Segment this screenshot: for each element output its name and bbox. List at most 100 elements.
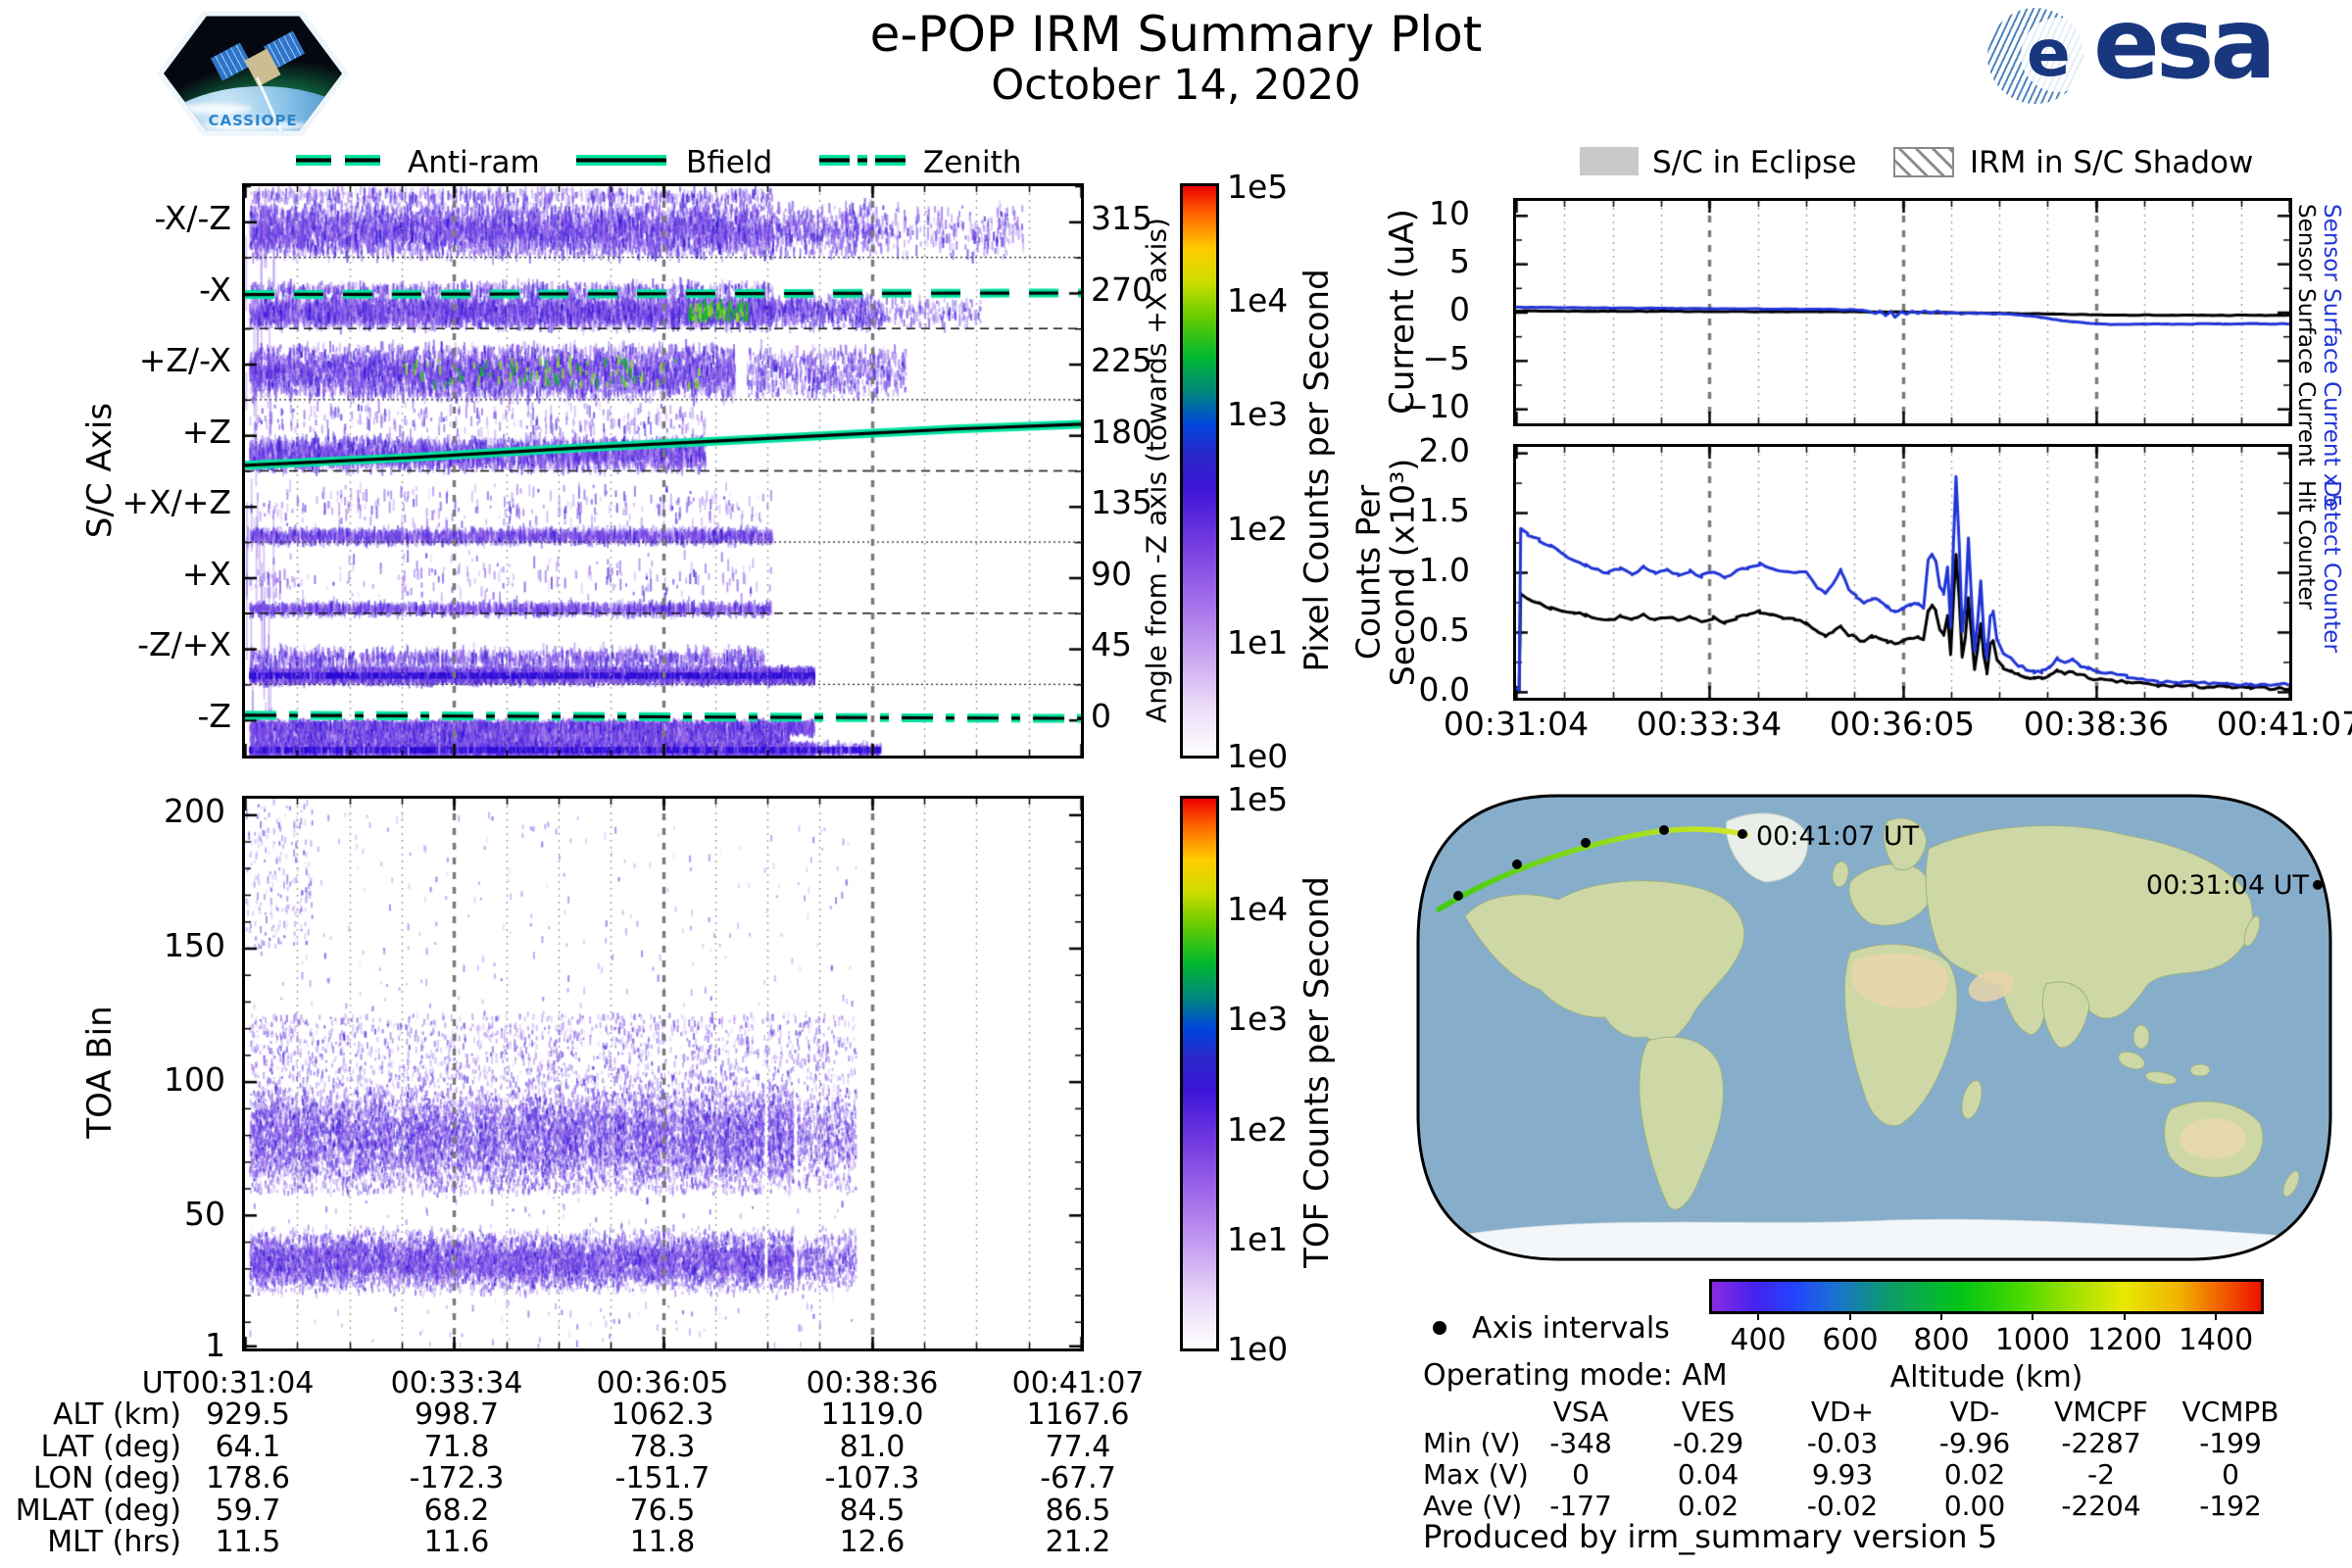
volt-cell: -199 — [2199, 1427, 2262, 1459]
volt-col: VD- — [1949, 1396, 2000, 1428]
toa-tick: 100 — [164, 1060, 225, 1099]
cb2-tick: 1e4 — [1227, 890, 1289, 928]
cb1-title: Pixel Counts per Second — [1298, 269, 1338, 672]
eph-cell: 1119.0 — [820, 1397, 924, 1432]
cb2-tick: 1e0 — [1227, 1330, 1289, 1368]
shadow-hatch-swatch — [1893, 147, 1954, 177]
eph-cell: 00:41:07 — [1011, 1366, 1145, 1400]
eph-cell: 78.3 — [629, 1430, 696, 1464]
footer-producer-label: Produced by irm_summary version 5 — [1423, 1518, 1998, 1555]
alt-tick: 1400 — [2178, 1323, 2254, 1357]
volt-col: VD+ — [1810, 1396, 1875, 1428]
counts-chart-panel — [1513, 444, 2292, 701]
sc-axis-tick-label: +Z/-X — [138, 341, 231, 379]
angle-tick-label: 0 — [1091, 697, 1111, 735]
altitude-colorbar — [1709, 1279, 2264, 1314]
zenith-line-sample — [819, 155, 906, 166]
eph-cell: 76.5 — [629, 1494, 696, 1528]
current-tick: 10 — [1429, 194, 1470, 232]
volt-cell: -192 — [2199, 1490, 2262, 1522]
eph-cell: 1062.3 — [611, 1397, 714, 1432]
toa-tick: 1 — [205, 1326, 225, 1364]
alt-tick: 400 — [1730, 1323, 1787, 1357]
eph-cell: 71.8 — [423, 1430, 490, 1464]
eph-cell: 12.6 — [839, 1525, 906, 1559]
eph-cell: -107.3 — [824, 1461, 920, 1495]
eph-cell: 11.6 — [423, 1525, 490, 1559]
volt-row-label: Max (V) — [1423, 1458, 1529, 1491]
cb1-tick: 1e2 — [1227, 510, 1289, 548]
eph-cell: 929.5 — [206, 1397, 290, 1432]
current-tick: −10 — [1401, 387, 1470, 425]
eph-cell: 00:36:05 — [596, 1366, 729, 1400]
volt-cell: 0 — [1572, 1458, 1590, 1491]
tof-counts-colorbar — [1180, 796, 1219, 1351]
eph-cell: 59.7 — [215, 1494, 281, 1528]
orbit-interval-dot — [1453, 891, 1463, 901]
sc-axis-tick-label: +X/+Z — [122, 483, 231, 521]
eph-cell: -151.7 — [614, 1461, 710, 1495]
cb1-tick: 1e0 — [1227, 737, 1289, 775]
counts-right-label-blue: Detect Counter — [2319, 480, 2344, 653]
eph-cell: 21.2 — [1045, 1525, 1111, 1559]
antiram-legend-label: Anti-ram — [408, 145, 540, 180]
axis-interval-dot-icon — [1433, 1321, 1446, 1335]
orbit-interval-dot — [1512, 859, 1522, 869]
eph-cell: -67.7 — [1040, 1461, 1116, 1495]
volt-cell: 9.93 — [1811, 1458, 1874, 1491]
current-tick: 0 — [1449, 290, 1470, 328]
eph-cell: 1167.6 — [1026, 1397, 1130, 1432]
bfield-line-sample — [576, 155, 666, 166]
counts-tick: 0.0 — [1418, 670, 1470, 709]
eph-cell: -172.3 — [409, 1461, 505, 1495]
counts-tick: 0.5 — [1418, 611, 1470, 649]
volt-cell: -0.03 — [1806, 1427, 1879, 1459]
alt-tick: 1200 — [2086, 1323, 2163, 1357]
time-tick: 00:38:36 — [2023, 705, 2170, 743]
cb2-tick: 1e1 — [1227, 1220, 1289, 1258]
volt-cell: -0.29 — [1672, 1427, 1744, 1459]
alt-tick: 600 — [1822, 1323, 1879, 1357]
toa-tick: 150 — [164, 926, 225, 964]
cb2-tick: 1e5 — [1227, 780, 1289, 818]
sc-axis-tick-label: -Z — [197, 697, 231, 735]
current-chart-canvas — [1516, 201, 2289, 423]
time-tick: 00:31:04 — [1443, 705, 1590, 743]
antiram-line-sample — [296, 155, 380, 166]
pixel-counts-colorbar — [1180, 183, 1219, 759]
axis-intervals-label: Axis intervals — [1472, 1311, 1670, 1346]
current-tick: −5 — [1422, 339, 1470, 377]
eph-cell: 00:38:36 — [806, 1366, 939, 1400]
eph-cell: 998.7 — [415, 1397, 499, 1432]
eph-cell: 178.6 — [206, 1461, 290, 1495]
angle-tick-label: 45 — [1091, 625, 1132, 663]
volt-col: VES — [1681, 1396, 1736, 1428]
alt-tick: 800 — [1913, 1323, 1970, 1357]
volt-cell: -9.96 — [1938, 1427, 2011, 1459]
volt-col: VMCPF — [2054, 1396, 2148, 1428]
orbit-interval-dot — [1659, 825, 1669, 835]
time-tick: 00:41:07 — [2216, 705, 2352, 743]
counts-right-label-black: Hit Counter — [2293, 480, 2319, 610]
esa-logo: esa — [2093, 0, 2277, 101]
toa-tick: 50 — [184, 1195, 225, 1233]
shadow-legend-label: IRM in S/C Shadow — [1970, 145, 2254, 180]
sc-axis-tick-label: -X — [199, 270, 231, 309]
operating-mode-label: Operating mode: AM — [1423, 1358, 1728, 1393]
volt-col: VSA — [1552, 1396, 1609, 1428]
eph-cell: 86.5 — [1045, 1494, 1111, 1528]
time-tick: 00:33:34 — [1636, 705, 1783, 743]
sc-axis-tick-label: +X — [181, 555, 231, 593]
orbit-end-time-label: 00:41:07 UT — [1756, 821, 1920, 852]
eph-cell: 64.1 — [215, 1430, 281, 1464]
sc-axis-spectrogram-panel — [242, 183, 1084, 759]
counts-tick: 1.0 — [1418, 551, 1470, 589]
eph-cell: 81.0 — [839, 1430, 906, 1464]
sc-axis-tick-label: -X/-Z — [154, 199, 231, 237]
eph-cell: 11.5 — [215, 1525, 281, 1559]
cb2-tick: 1e2 — [1227, 1110, 1289, 1149]
volt-row-label: Min (V) — [1423, 1427, 1521, 1459]
eclipse-legend-label: S/C in Eclipse — [1652, 145, 1857, 180]
toa-spectrogram-panel — [242, 796, 1084, 1351]
orbit-end-dot — [1738, 829, 1747, 839]
